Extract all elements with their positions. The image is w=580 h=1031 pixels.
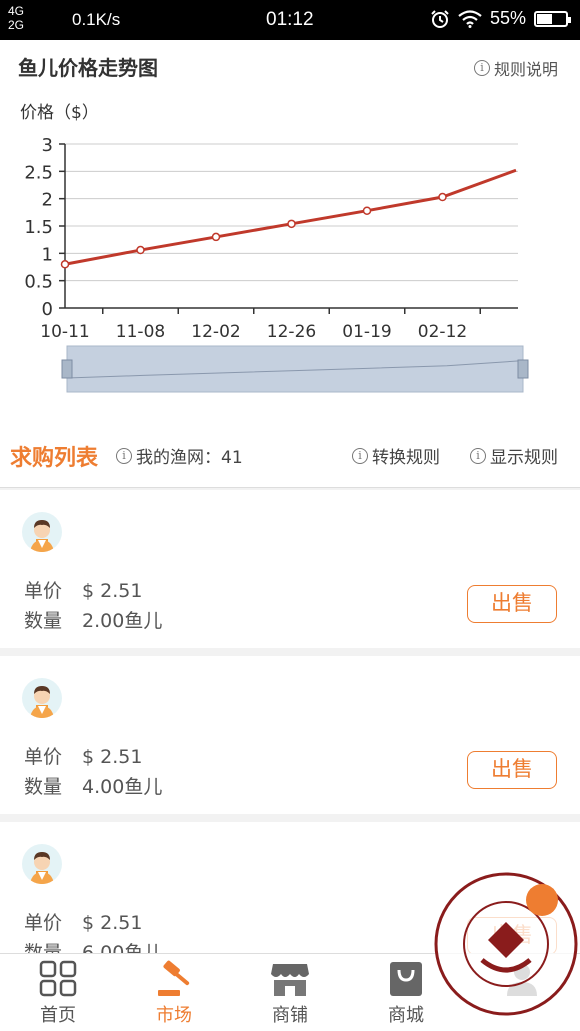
y-tick-label: 1.5 (24, 217, 53, 238)
tab-home[interactable]: 首页 (0, 954, 116, 1031)
price-series-line (64, 168, 517, 266)
data-point (60, 260, 70, 269)
status-right: 55% (430, 8, 571, 29)
quantity-label: 数量 (24, 942, 63, 953)
tab-label: 首页 (40, 1005, 76, 1026)
price-chart-card: 鱼儿价格走势图 i 规则说明 价格（$） 0 0.5 1 1.5 2 2.5 3 10-11 1… (0, 40, 580, 420)
show-rule-label: 显示规则 (490, 448, 558, 468)
avatar (22, 512, 62, 552)
zoom-handle-right (517, 359, 529, 379)
info-icon: i (473, 60, 490, 76)
data-point (211, 232, 221, 242)
grid-icon (39, 960, 77, 997)
chart-title: 鱼儿价格走势图 (18, 56, 158, 80)
price-value: $ 2.51 (82, 746, 143, 768)
data-point (438, 192, 447, 202)
price-label: 单价 (24, 580, 63, 602)
switch-rule-link[interactable]: i 转换规则 (352, 443, 440, 468)
buy-list-title: 求购列表 (10, 446, 99, 471)
order-card: 单价 $ 2.51 数量 2.00鱼儿 出售 (0, 490, 580, 648)
avatar (22, 678, 62, 718)
status-bar: 4G 2G 0.1K/s 01:12 55% (0, 0, 580, 40)
price-row: 单价 $ 2.51 (24, 742, 142, 769)
y-tick-label: 2.5 (24, 162, 53, 183)
info-icon: i (352, 447, 368, 464)
price-line-chart: 0 0.5 1 1.5 2 2.5 3 10-11 11-08 12-02 12-26 01-19 02… (24, 135, 529, 393)
my-fishnet-label: 我的渔网：41 (136, 448, 243, 468)
battery-fill (537, 13, 553, 24)
quantity-row: 数量 2.00鱼儿 (24, 606, 162, 633)
x-tick-label: 01-19 (342, 322, 391, 342)
user-avatar-icon (30, 686, 54, 718)
x-tick-label: 02-12 (418, 322, 467, 342)
wifi-icon (458, 9, 482, 28)
y-tick-label: 0 (42, 299, 53, 320)
price-row: 单价 $ 2.51 (24, 908, 142, 935)
x-tick-label: 10-11 (40, 322, 89, 342)
x-tick-label: 12-02 (191, 322, 240, 342)
zoom-handle-left (61, 359, 73, 379)
price-label: 单价 (24, 746, 63, 768)
quantity-row: 数量 4.00鱼儿 (24, 772, 162, 799)
price-label: 单价 (24, 912, 63, 934)
shopping-bag-icon (390, 962, 422, 996)
network-indicator: 4G 2G (8, 4, 24, 32)
quantity-row: 数量 6.00鱼儿 (24, 938, 162, 953)
x-tick-label: 11-08 (116, 322, 165, 342)
data-point (362, 206, 372, 215)
y-tick-label: 1 (42, 244, 53, 265)
y-tick-label: 2 (42, 190, 53, 211)
clock: 01:12 (266, 9, 314, 30)
my-fishnet[interactable]: i 我的渔网：41 (116, 443, 243, 468)
sell-button[interactable]: 出售 (467, 585, 557, 623)
battery-icon (534, 10, 571, 27)
price-value: $ 2.51 (82, 580, 143, 602)
y-tick-label: 3 (42, 135, 53, 156)
quantity-value: 4.00鱼儿 (82, 776, 163, 798)
data-point (287, 219, 296, 229)
switch-rule-label: 转换规则 (372, 448, 440, 468)
net-2g: 2G (8, 18, 25, 32)
network-speed: 0.1K/s (72, 10, 121, 29)
net-4g: 4G (8, 4, 25, 18)
order-card: 单价 $ 2.51 数量 4.00鱼儿 出售 (0, 656, 580, 814)
rule-explanation-link[interactable]: i 规则说明 (473, 56, 558, 80)
x-tick-label: 12-26 (267, 322, 316, 342)
show-rule-link[interactable]: i 显示规则 (470, 443, 558, 468)
battery-percent: 55% (489, 8, 526, 28)
user-avatar-icon (30, 852, 54, 884)
zoom-slider-track (66, 345, 524, 393)
info-icon: i (116, 447, 132, 464)
screen: 4G 2G 0.1K/s 01:12 55% 鱼儿价格走势图 i 规则说明 价格… (0, 0, 580, 1031)
tab-label: 市场 (156, 1005, 192, 1026)
data-point (136, 245, 145, 255)
quantity-label: 数量 (24, 776, 63, 798)
avatar (22, 844, 62, 884)
buy-list-header: 求购列表 i 我的渔网：41 i 转换规则 i 显示规则 (0, 420, 580, 488)
tab-label: 商铺 (272, 1005, 308, 1026)
tab-store[interactable]: 商铺 (232, 954, 348, 1031)
tab-market[interactable]: 市场 (116, 954, 232, 1031)
alarm-icon (431, 9, 449, 28)
user-avatar-icon (30, 520, 54, 552)
price-row: 单价 $ 2.51 (24, 576, 142, 603)
watermark-stamp (434, 872, 578, 1016)
quantity-label: 数量 (24, 610, 63, 632)
quantity-value: 6.00鱼儿 (82, 942, 163, 953)
gavel-icon (158, 960, 190, 996)
store-icon (271, 964, 309, 996)
info-icon: i (470, 447, 486, 464)
rule-explanation-label: 规则说明 (493, 60, 558, 79)
price-value: $ 2.51 (82, 912, 143, 934)
quantity-value: 2.00鱼儿 (82, 610, 163, 632)
sell-button[interactable]: 出售 (467, 751, 557, 789)
y-tick-label: 0.5 (24, 272, 53, 293)
